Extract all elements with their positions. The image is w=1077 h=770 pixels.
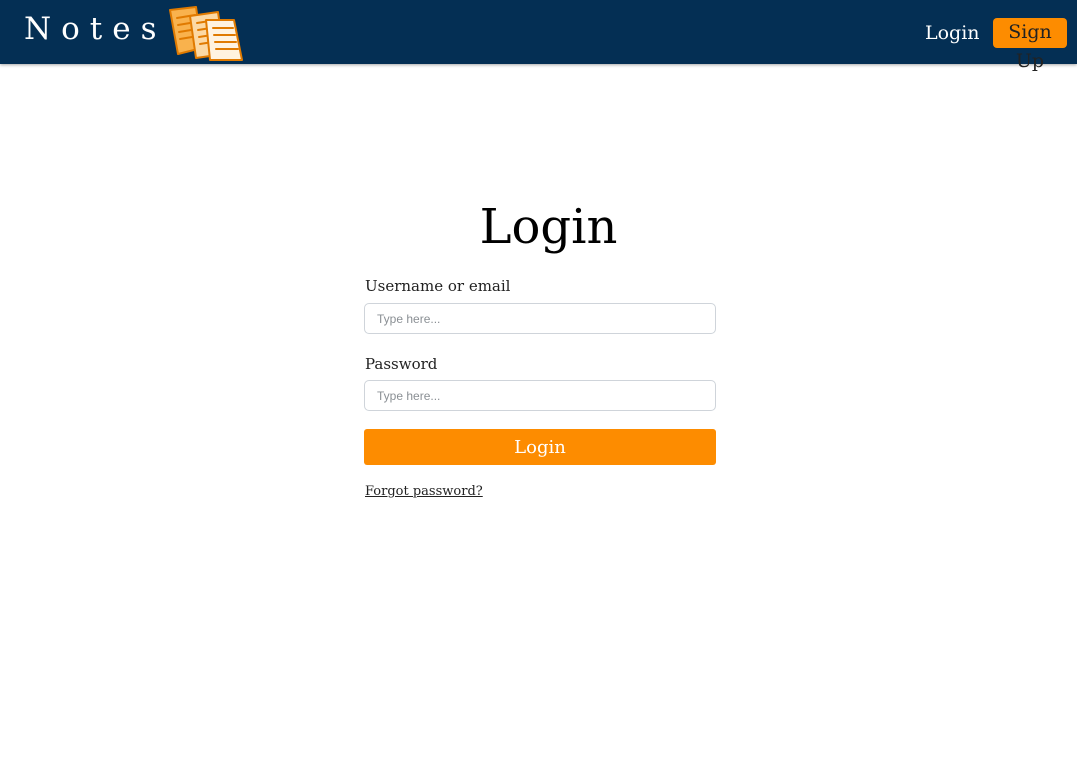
login-form: Username or email Password Login Forgot … (364, 274, 716, 499)
username-label: Username or email (365, 277, 511, 295)
forgot-password-link[interactable]: Forgot password? (365, 484, 483, 499)
top-navbar: Notes Login Sign Up (0, 0, 1077, 72)
password-label: Password (365, 355, 438, 373)
password-input[interactable] (364, 380, 716, 411)
username-input[interactable] (364, 303, 716, 334)
nav-login-link[interactable]: Login (925, 20, 980, 46)
nav-signup-button[interactable]: Sign Up (993, 18, 1067, 72)
brand-name: Notes (24, 11, 167, 47)
notebook-icon (168, 6, 243, 61)
login-submit-button[interactable]: Login (364, 429, 716, 465)
brand-link[interactable]: Notes (24, 6, 244, 62)
page-title: Login (479, 199, 618, 255)
